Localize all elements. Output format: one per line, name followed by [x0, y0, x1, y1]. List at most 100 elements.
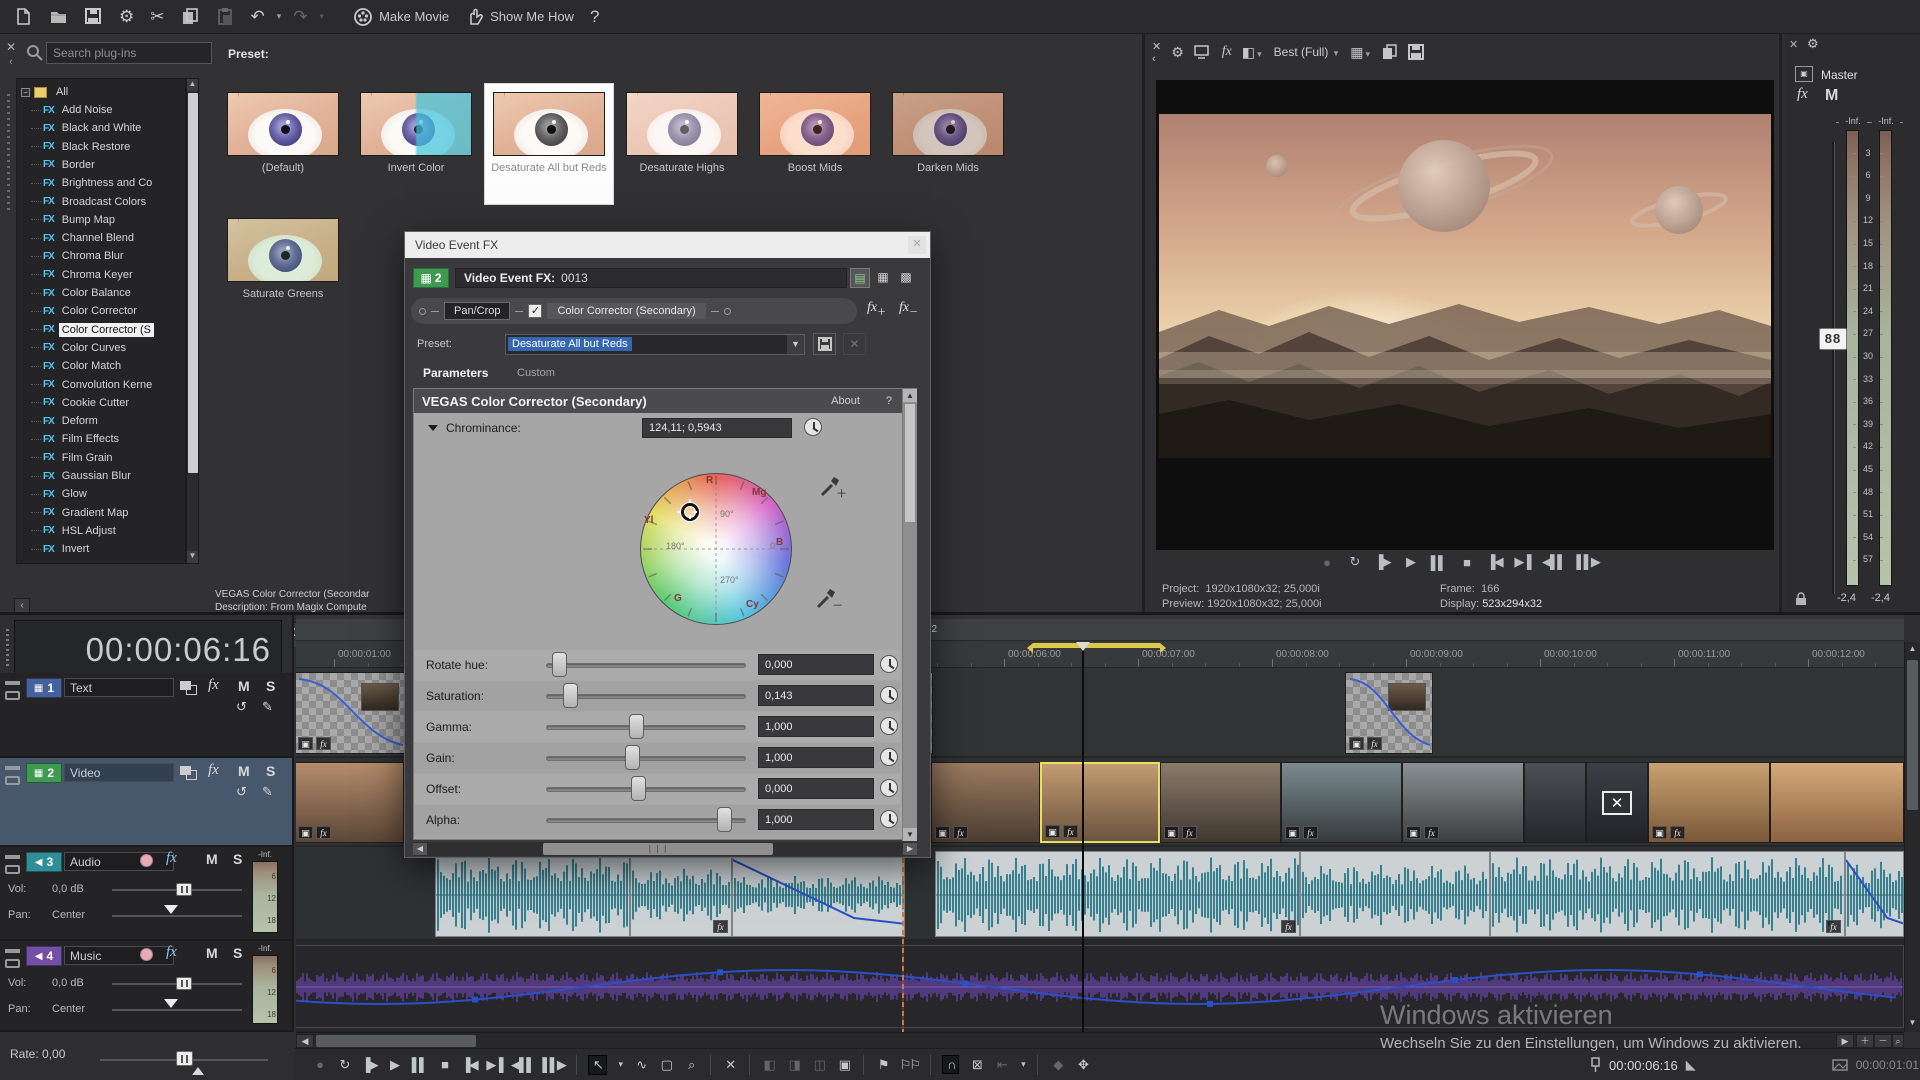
fx-item[interactable]: FXChroma Blur	[17, 247, 185, 265]
animate-clock-icon[interactable]	[880, 748, 898, 766]
zoom-tool-icon[interactable]: ⌕	[1892, 1034, 1904, 1048]
fx-item[interactable]: FXBroadcast Colors	[17, 193, 185, 211]
event-fx-icon[interactable]: fx	[1424, 826, 1439, 839]
compositing-mode-icon[interactable]	[180, 766, 197, 780]
track-grip-icon[interactable]	[5, 949, 20, 953]
parent-composite-icon[interactable]: ✎	[262, 699, 273, 715]
preset-thumbnail[interactable]	[759, 92, 871, 156]
chrominance-value-field[interactable]: 124,11; 0,5943	[642, 418, 792, 438]
scrollbar-thumb[interactable]: ❘❘❘	[543, 843, 773, 855]
event-crop-icon[interactable]: ▣	[935, 826, 950, 839]
parameter-slider-track[interactable]	[546, 787, 746, 792]
fx-item[interactable]: FXGradient Map	[17, 504, 185, 522]
fx-item[interactable]: FXDeform	[17, 412, 185, 430]
volume-slider-handle[interactable]	[176, 883, 192, 896]
tab-custom[interactable]: Custom	[517, 367, 555, 379]
audio-event[interactable]	[435, 851, 630, 937]
play-from-start-button[interactable]: ▐▶	[1374, 554, 1390, 570]
previous-frame-button[interactable]: ◀▌▌	[1542, 554, 1564, 570]
solo-button[interactable]: S	[233, 851, 242, 867]
playhead-marker[interactable]	[1076, 642, 1090, 651]
mute-button[interactable]: M	[238, 678, 250, 694]
panel-grip[interactable]	[7, 94, 10, 214]
cut-button[interactable]: ✂	[144, 3, 170, 31]
fx-item[interactable]: FXFilm Effects	[17, 430, 185, 448]
panel-grip[interactable]	[6, 629, 9, 669]
quantize-dropdown-button[interactable]: ▾	[1018, 1059, 1026, 1070]
volume-slider-handle[interactable]	[176, 977, 192, 990]
arm-record-button[interactable]	[140, 854, 153, 867]
preset-thumbnail[interactable]	[227, 218, 339, 282]
plugin-enabled-checkbox[interactable]: ✓	[528, 304, 542, 318]
record-button[interactable]: ●	[311, 1057, 327, 1072]
audio-event[interactable]	[1845, 851, 1904, 937]
fx-item-label[interactable]: Deform	[59, 414, 101, 428]
animate-clock-icon[interactable]	[880, 717, 898, 735]
preset-thumbnail[interactable]	[227, 92, 339, 156]
preview-settings-gear-icon[interactable]: ⚙	[1171, 44, 1184, 61]
video-event[interactable]: ▣fx	[296, 762, 404, 843]
scrollbar-thumb[interactable]	[1907, 660, 1918, 810]
parameter-slider-handle[interactable]	[717, 807, 732, 832]
animate-clock-icon[interactable]	[880, 686, 898, 704]
parameter-slider-track[interactable]	[546, 818, 746, 823]
play-button[interactable]: ▶	[386, 1057, 402, 1073]
track-header-video[interactable]: ▦2VideofxMS↺✎	[0, 758, 292, 847]
fx-item-label[interactable]: Color Corrector	[59, 304, 140, 318]
track-motion-icon[interactable]: ↺	[236, 699, 247, 715]
video-output-fx-icon[interactable]: fx	[1222, 44, 1232, 60]
video-event[interactable]: ▣fx	[1281, 762, 1402, 843]
preset-label[interactable]: Darken Mids	[883, 162, 1013, 174]
scrollbar-thumb[interactable]	[316, 1035, 476, 1047]
parameter-slider-track[interactable]	[546, 725, 746, 730]
parameter-slider-handle[interactable]	[625, 745, 640, 770]
trim-start-button[interactable]: ◧	[761, 1057, 777, 1073]
grid-view-icon[interactable]: ▦	[873, 268, 893, 288]
go-to-end-button[interactable]: ▶▐	[1514, 554, 1530, 570]
fx-item[interactable]: FXColor Corrector (S	[17, 321, 185, 339]
fx-item[interactable]: FXHSL Adjust	[17, 522, 185, 540]
preset-label[interactable]: Saturate Greens	[218, 288, 348, 300]
preview-quality-select[interactable]: Best (Full) ▾	[1274, 45, 1341, 59]
parameter-slider-handle[interactable]	[563, 683, 578, 708]
trim-shuffle-button[interactable]: ◫	[811, 1057, 827, 1073]
parameter-slider-handle[interactable]	[629, 714, 644, 739]
record-button[interactable]: ●	[1318, 555, 1334, 570]
parameter-slider-track[interactable]	[546, 663, 746, 668]
fx-item[interactable]: FXChroma Keyer	[17, 266, 185, 284]
event-crop-icon[interactable]: ▣	[298, 737, 313, 750]
next-frame-button[interactable]: ▌▌▶	[1576, 554, 1598, 570]
redo-button[interactable]: ↷	[287, 3, 313, 31]
event-fx-icon[interactable]: fx	[316, 737, 331, 750]
fx-item[interactable]: FXColor Balance	[17, 284, 185, 302]
dialog-horizontal-scrollbar[interactable]: ◀ ❘❘❘ ▶	[413, 842, 917, 856]
event-crop-icon[interactable]: ▣	[1045, 825, 1060, 838]
fx-item-label[interactable]: Gaussian Blur	[59, 469, 134, 483]
pan-slider-handle[interactable]	[164, 905, 178, 914]
zoom-in-button[interactable]: ＋	[1856, 1034, 1874, 1048]
fx-item-label[interactable]: Border	[59, 158, 98, 172]
fx-item[interactable]: FXAdd Noise	[17, 101, 185, 119]
crossfade-transition-icon[interactable]: ✕	[1602, 791, 1632, 815]
fx-item-label[interactable]: Color Match	[59, 359, 124, 373]
stop-button[interactable]: ■	[1458, 555, 1474, 570]
fx-item-label[interactable]: Film Effects	[59, 432, 122, 446]
save-project-button[interactable]	[78, 3, 109, 31]
parameter-value-field[interactable]: 0,000	[758, 654, 874, 675]
play-from-start-button[interactable]: ▐▶	[361, 1057, 377, 1073]
rate-slider-handle[interactable]	[176, 1051, 193, 1066]
track-header-audio[interactable]: ◀3AudiofxMS-Inf.61218Vol:0,0 dBPan:Cente…	[0, 847, 292, 941]
mixer-gear-icon[interactable]: ⚙	[1807, 36, 1819, 52]
preset-thumbnail[interactable]	[360, 92, 472, 156]
pause-button[interactable]: ▌▌	[411, 1057, 427, 1072]
overlay-grid-icon[interactable]: ▦▾	[1350, 44, 1372, 61]
fx-item-label[interactable]: Chroma Blur	[59, 249, 127, 263]
chevron-down-icon[interactable]: ▾	[318, 11, 327, 22]
event-fx-icon[interactable]: fx	[713, 920, 728, 933]
parameter-value-field[interactable]: 1,000	[758, 716, 874, 737]
remove-fx-button[interactable]: fx－	[899, 300, 918, 318]
video-event[interactable]	[1770, 762, 1904, 843]
master-fader-handle[interactable]: 88	[1819, 328, 1847, 350]
chain-plugin-button[interactable]: Color Corrector (Secondary)	[547, 303, 705, 319]
preset-thumbnail[interactable]	[493, 92, 605, 156]
